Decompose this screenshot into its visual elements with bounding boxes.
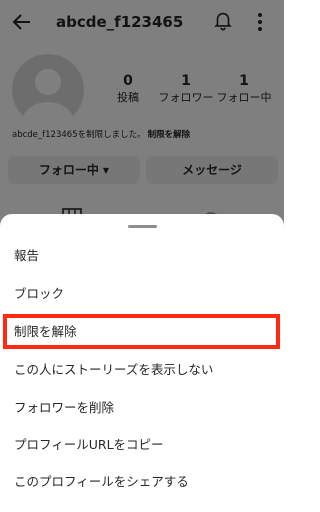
menu-item-share-profile[interactable]: このプロフィールをシェアする	[0, 464, 284, 500]
menu-item-hide-story[interactable]: この人にストーリーズを表示しない	[0, 352, 284, 388]
menu-item-copy-profile-url[interactable]: プロフィールURLをコピー	[0, 427, 284, 463]
options-bottom-sheet: 報告 ブロック 制限を解除 この人にストーリーズを表示しない フォロワーを削除 …	[0, 214, 284, 512]
menu-item-remove-follower[interactable]: フォロワーを削除	[0, 390, 284, 426]
drag-handle[interactable]	[128, 225, 157, 228]
menu-item-block[interactable]: ブロック	[0, 276, 284, 312]
menu-item-report[interactable]: 報告	[0, 238, 284, 274]
highlight-box	[3, 314, 280, 349]
